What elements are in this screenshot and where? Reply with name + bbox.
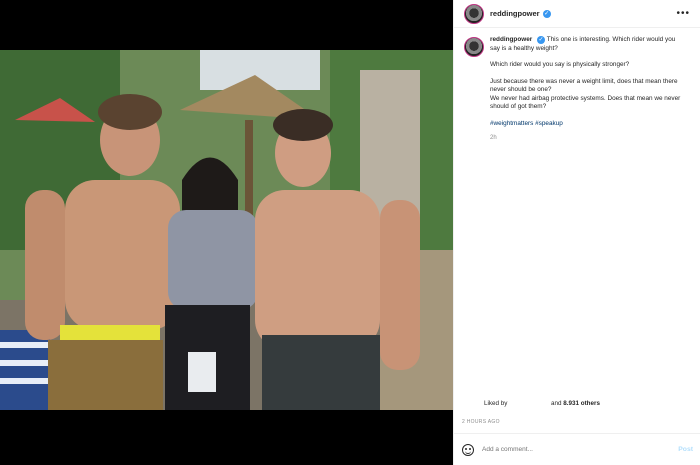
more-options-icon[interactable]: •••	[676, 8, 690, 19]
post-comment-button[interactable]: Post	[678, 446, 693, 453]
post-sidebar: reddingpower ✓ ••• reddingpower ✓ This o…	[453, 0, 700, 465]
likes-suffix: and	[550, 400, 562, 407]
post-date: 2 HOURS AGO	[462, 419, 500, 425]
caption-line-2: Which rider would you say is physically …	[490, 61, 630, 68]
verified-icon: ✓	[537, 36, 546, 44]
caption-line-4: We never had airbag protective systems. …	[490, 94, 681, 111]
comment-bar: Post	[454, 433, 700, 465]
caption-line-3: Just because there was never a weight li…	[490, 77, 678, 94]
comment-input[interactable]	[482, 446, 657, 453]
likes-summary[interactable]: Liked by and 8.931 others	[454, 400, 700, 407]
likes-prefix: Liked by	[484, 400, 508, 407]
emoji-icon[interactable]	[462, 443, 474, 456]
caption-text: reddingpower ✓ This one is interesting. …	[490, 36, 685, 143]
caption-username[interactable]: reddingpower	[490, 36, 532, 43]
caption-time: 2h	[490, 135, 497, 141]
caption-section: reddingpower ✓ This one is interesting. …	[454, 28, 700, 143]
post-header: reddingpower ✓ •••	[454, 0, 700, 28]
instagram-post-view: reddingpower ✓ ••• reddingpower ✓ This o…	[0, 0, 700, 465]
hashtags-link[interactable]: #weightmatters #speakup	[490, 120, 685, 129]
verified-icon: ✓	[542, 9, 551, 18]
post-username[interactable]: reddingpower	[490, 9, 540, 18]
photo-illustration	[0, 50, 453, 410]
post-photo[interactable]	[0, 50, 453, 410]
caption-avatar[interactable]	[464, 37, 484, 57]
likes-count[interactable]: 8.931 others	[563, 400, 600, 407]
avatar[interactable]	[464, 3, 484, 24]
media-area	[0, 0, 453, 465]
